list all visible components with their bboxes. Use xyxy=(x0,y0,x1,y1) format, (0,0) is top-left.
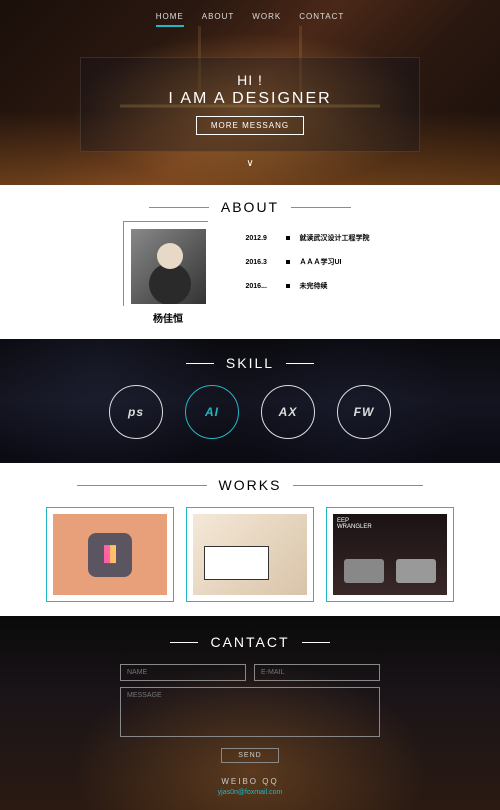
more-button[interactable]: MORE MESSANG xyxy=(196,116,304,135)
timeline-dot-icon xyxy=(286,260,290,264)
works-title: WORKS xyxy=(0,477,500,495)
timeline-date: 2012.9 xyxy=(246,235,276,242)
work3-sub: WRANGLER xyxy=(337,524,443,530)
social-links[interactable]: WEIBO QQ xyxy=(0,777,500,786)
avatar-wrap: 杨佳恒 xyxy=(131,229,206,325)
works-section: WORKS EEPWRANGLER xyxy=(0,463,500,616)
work-card-2[interactable] xyxy=(186,507,314,602)
timeline-item: 2016... 未完待续 xyxy=(246,281,370,291)
work-card-3[interactable]: EEPWRANGLER xyxy=(326,507,454,602)
main-nav: HOME ABOUT WORK CONTACT xyxy=(0,0,500,39)
skill-ps[interactable]: ps xyxy=(109,385,163,439)
nav-work[interactable]: WORK xyxy=(252,12,281,27)
timeline-item: 2016.3 ＡＡＡ学习UI xyxy=(246,257,370,267)
skill-title: SKILL xyxy=(0,355,500,373)
message-input[interactable] xyxy=(120,687,380,737)
nav-home[interactable]: HOME xyxy=(156,12,184,27)
email-input[interactable] xyxy=(254,664,380,681)
timeline: 2012.9 就读武汉设计工程学院 2016.3 ＡＡＡ学习UI 2016...… xyxy=(246,229,370,325)
about-section: ABOUT 杨佳恒 2012.9 就读武汉设计工程学院 2016.3 ＡＡＡ学习… xyxy=(0,185,500,339)
timeline-item: 2012.9 就读武汉设计工程学院 xyxy=(246,233,370,243)
timeline-text: ＡＡＡ学习UI xyxy=(300,257,342,267)
avatar-name: 杨佳恒 xyxy=(131,310,206,325)
contact-section: CANTACT SEND WEIBO QQ yjas0n@foxmail.com xyxy=(0,616,500,810)
send-button[interactable]: SEND xyxy=(221,748,278,763)
chevron-down-icon[interactable]: ∨ xyxy=(0,158,500,169)
timeline-dot-icon xyxy=(286,284,290,288)
timeline-text: 就读武汉设计工程学院 xyxy=(300,233,370,243)
hero-hi: HI ! xyxy=(81,72,419,88)
timeline-date: 2016... xyxy=(246,283,276,290)
skill-ai[interactable]: AI xyxy=(185,385,239,439)
name-input[interactable] xyxy=(120,664,246,681)
hero-tagline: I AM A DESIGNER xyxy=(81,90,419,108)
contact-form: SEND xyxy=(120,664,380,763)
footer: WEIBO QQ yjas0n@foxmail.com xyxy=(0,777,500,796)
skill-ax[interactable]: AX xyxy=(261,385,315,439)
hero-section: HOME ABOUT WORK CONTACT HI ! I AM A DESI… xyxy=(0,0,500,185)
timeline-date: 2016.3 xyxy=(246,259,276,266)
skill-section: SKILL ps AI AX FW xyxy=(0,339,500,463)
contact-title: CANTACT xyxy=(0,634,500,652)
nav-contact[interactable]: CONTACT xyxy=(299,12,344,27)
work-card-1[interactable] xyxy=(46,507,174,602)
skill-fw[interactable]: FW xyxy=(337,385,391,439)
footer-email[interactable]: yjas0n@foxmail.com xyxy=(0,789,500,796)
timeline-text: 未完待续 xyxy=(300,281,328,291)
timeline-dot-icon xyxy=(286,236,290,240)
hero-box: HI ! I AM A DESIGNER MORE MESSANG xyxy=(80,57,420,152)
about-title: ABOUT xyxy=(0,199,500,217)
avatar-image xyxy=(131,229,206,304)
feather-icon xyxy=(88,533,132,577)
nav-about[interactable]: ABOUT xyxy=(202,12,235,27)
